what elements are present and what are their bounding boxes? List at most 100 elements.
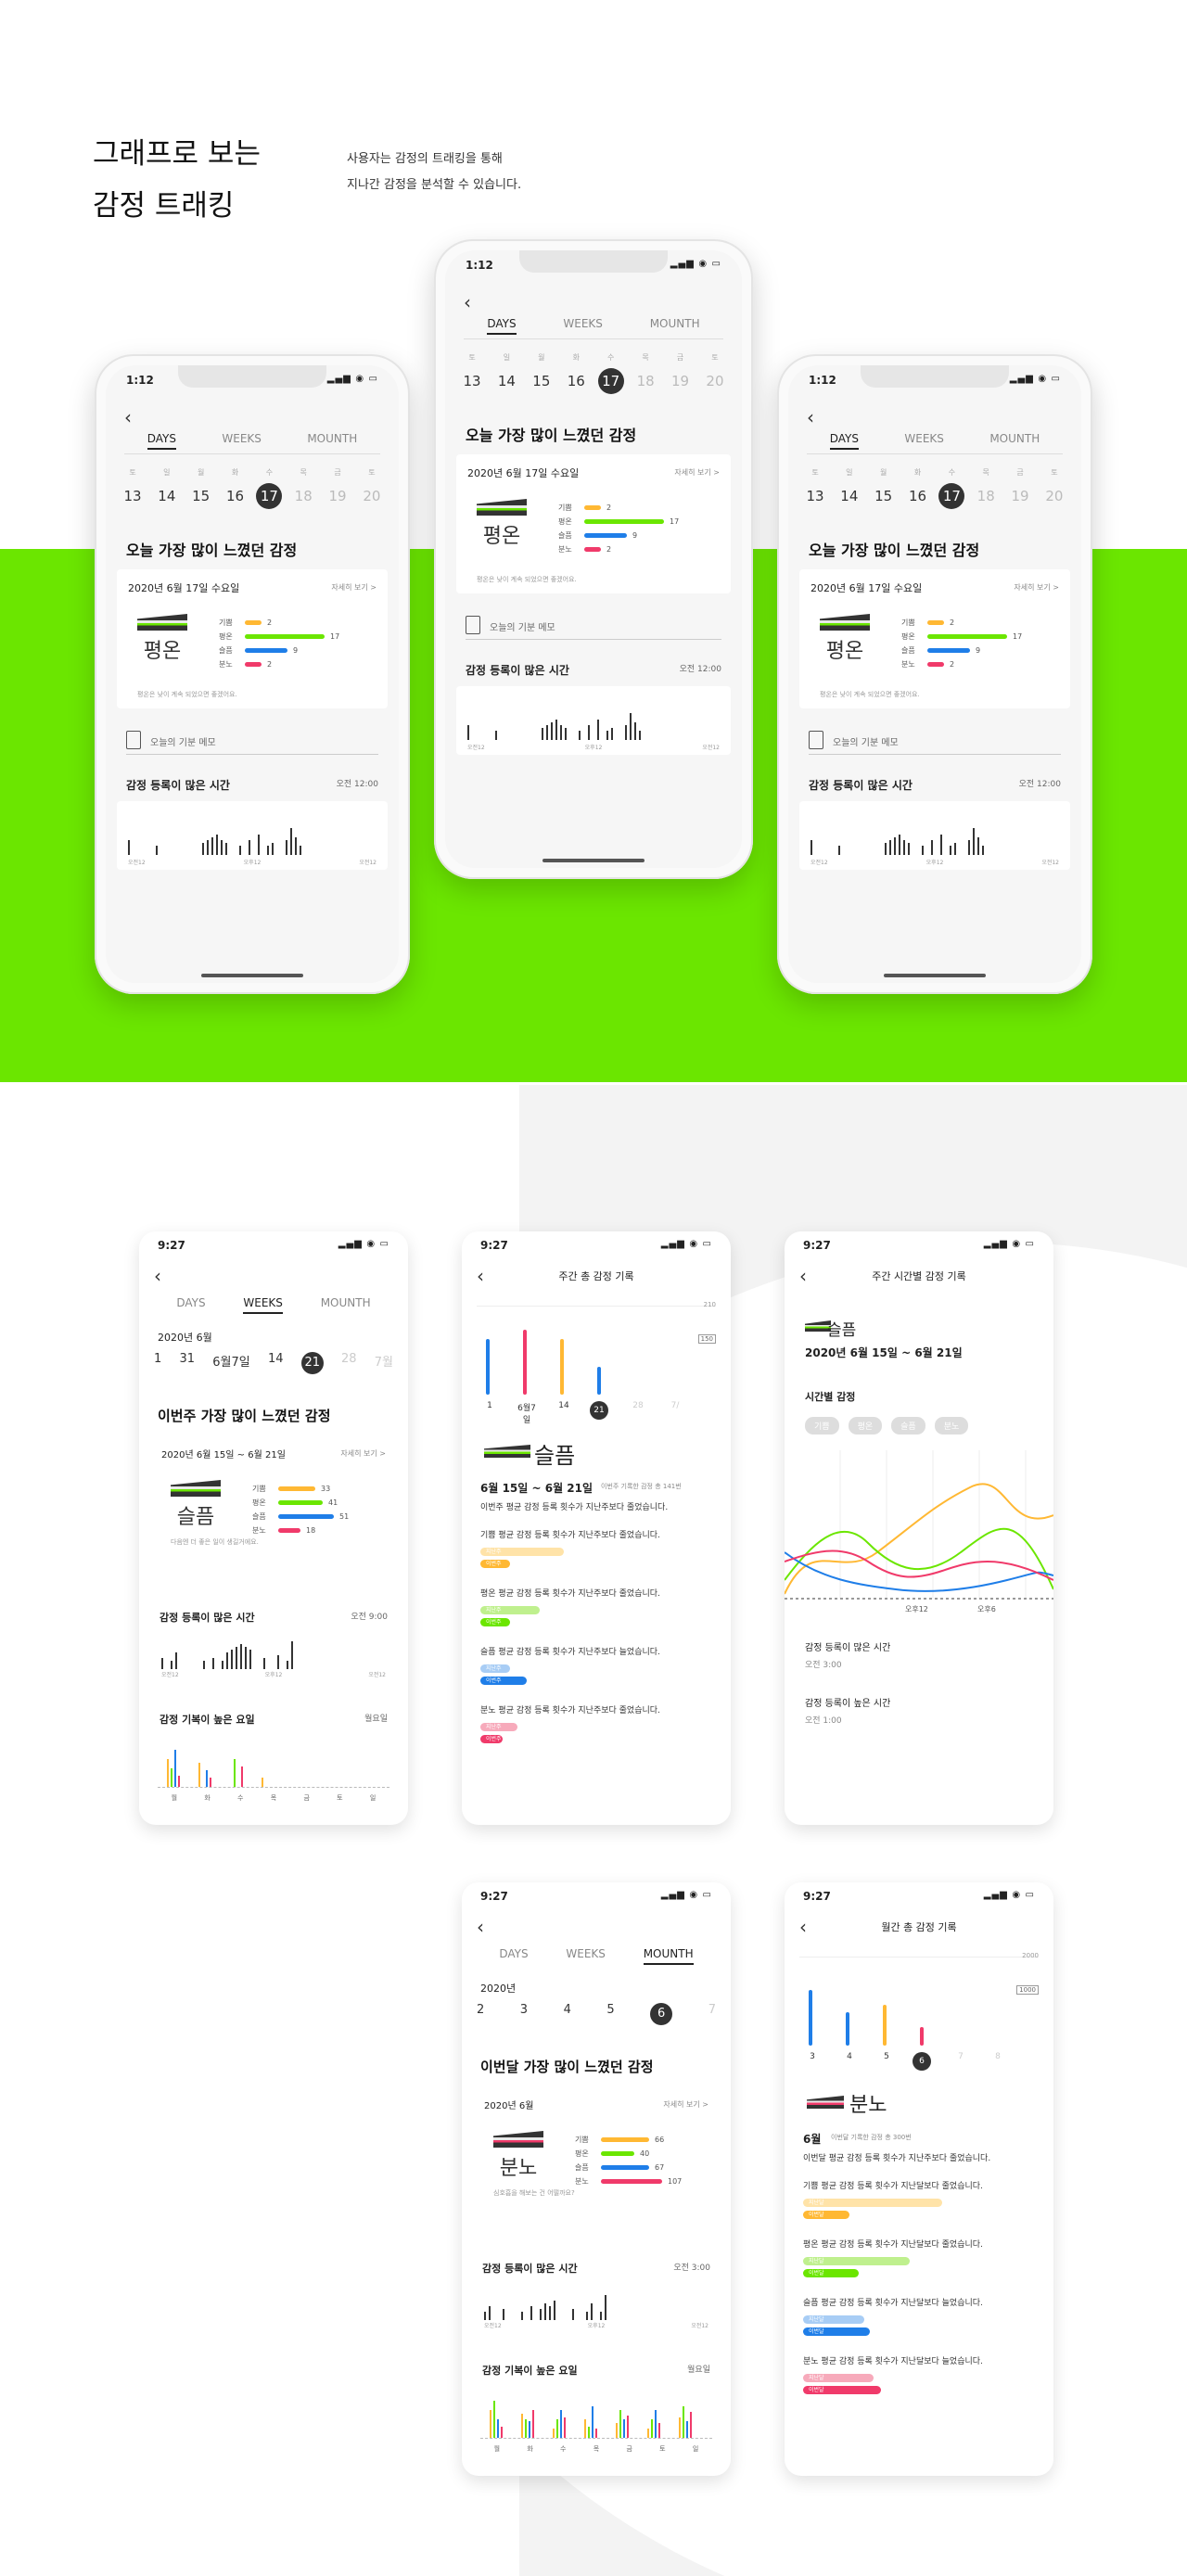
period-number[interactable]: 6: [650, 2003, 673, 2025]
date-cell[interactable]: 토 20: [701, 352, 729, 394]
tab-mounth[interactable]: MOUNTH: [307, 432, 357, 450]
memo-field[interactable]: 오늘의 기분 메모: [466, 614, 721, 640]
emotion-chip[interactable]: 기쁨: [805, 1417, 839, 1435]
tab-days[interactable]: DAYS: [829, 432, 859, 450]
period-number[interactable]: 4: [564, 2003, 571, 2025]
tab-weeks[interactable]: WEEKS: [243, 1296, 283, 1314]
date-cell[interactable]: 목 18: [632, 352, 659, 394]
date-cell[interactable]: 월 15: [528, 352, 555, 394]
date-cell[interactable]: 수 17: [938, 467, 965, 509]
emotion-bar: [601, 2165, 649, 2170]
y-max-label: 210: [703, 1301, 716, 1308]
date-cell[interactable]: 일 14: [153, 467, 181, 509]
date-cell[interactable]: 화 16: [904, 467, 932, 509]
period-number[interactable]: 2: [477, 2003, 484, 2025]
histogram-bar: [940, 834, 942, 855]
emotion-chip[interactable]: 슬픔: [891, 1417, 925, 1435]
day-number: 14: [158, 488, 176, 504]
date-cell[interactable]: 월 15: [870, 467, 898, 509]
tab-weeks[interactable]: WEEKS: [566, 1947, 606, 1965]
axis-label: 오전12: [359, 860, 377, 866]
period-number[interactable]: 7월: [375, 1352, 393, 1374]
tab-mounth[interactable]: MOUNTH: [643, 1947, 694, 1965]
date-cell[interactable]: 일 14: [836, 467, 863, 509]
date-cell[interactable]: 토 13: [458, 352, 486, 394]
tab-days[interactable]: DAYS: [147, 432, 176, 450]
mood-word: 평온: [482, 525, 521, 548]
date-cell[interactable]: 토 20: [1040, 467, 1068, 509]
date-cell[interactable]: 금 19: [667, 352, 695, 394]
date-cell[interactable]: 화 16: [562, 352, 590, 394]
date-cell[interactable]: 수 17: [255, 467, 283, 509]
weekday-label: 화: [572, 353, 580, 362]
period-number[interactable]: 14: [268, 1352, 284, 1374]
emotion-value: 17: [1013, 632, 1023, 641]
memo-field[interactable]: 오늘의 기분 메모: [809, 729, 1061, 755]
emotion-card[interactable]: 2020년 6월 17일 수요일 자세히 보기 > 평온 기쁨 2 평온 17 슬픔 9 분노 2 평…: [456, 454, 731, 593]
date-cell[interactable]: 화 16: [222, 467, 249, 509]
period-number[interactable]: 31: [180, 1352, 196, 1374]
x-label: 14: [558, 1401, 569, 1410]
period-number[interactable]: 1: [154, 1352, 161, 1374]
tab-mounth[interactable]: MOUNTH: [321, 1296, 371, 1314]
date-cell[interactable]: 금 19: [324, 467, 351, 509]
day-number: 18: [976, 488, 995, 504]
emotion-value: 2: [606, 545, 612, 554]
date-cell[interactable]: 목 18: [289, 467, 317, 509]
date-cell[interactable]: 토 13: [119, 467, 147, 509]
weekday-title: 감정 기복이 높은 요일: [160, 1714, 255, 1726]
emotion-label: 슬픔: [901, 646, 915, 655]
date-cell[interactable]: 목 18: [972, 467, 1000, 509]
back-arrow-icon[interactable]: ‹: [477, 1916, 484, 1938]
months-emotion-card[interactable]: 2020년 6월 자세히 보기 > 분노 기쁨 66 평온 40 슬픔 67 분노 107 심…: [473, 2086, 720, 2207]
reg-time-value: 오전 9:00: [351, 1613, 388, 1622]
emotion-chip[interactable]: 평온: [848, 1417, 883, 1435]
period-number[interactable]: 6월7일: [212, 1352, 249, 1374]
more-link[interactable]: 자세히 보기 >: [331, 582, 377, 593]
total-bar: [846, 2012, 849, 2046]
emotion-card[interactable]: 2020년 6월 17일 수요일 자세히 보기 > 평온 기쁨 2 평온 17 슬픔 9 분노 2 평…: [117, 569, 388, 708]
tab-mounth[interactable]: MOUNTH: [989, 432, 1040, 450]
date-cell[interactable]: 토 13: [801, 467, 829, 509]
tab-weeks[interactable]: WEEKS: [563, 317, 603, 335]
tab-mounth[interactable]: MOUNTH: [650, 317, 700, 335]
previous-pill: 지난달: [803, 2199, 942, 2207]
date-cell[interactable]: 일 14: [492, 352, 520, 394]
weekday-label: 월: [171, 1794, 178, 1802]
weekday-label: 목: [982, 468, 989, 477]
weekday-bar: [521, 2414, 523, 2438]
back-arrow-icon[interactable]: ‹: [464, 291, 471, 313]
tab-days[interactable]: DAYS: [176, 1296, 205, 1314]
emotion-card[interactable]: 2020년 6월 17일 수요일 자세히 보기 > 평온 기쁨 2 평온 17 슬픔 9 분노 2 평…: [799, 569, 1070, 708]
more-link[interactable]: 자세히 보기 >: [1014, 582, 1059, 593]
memo-placeholder: 오늘의 기분 메모: [150, 738, 216, 748]
weekday-bar: [525, 2419, 527, 2438]
more-link[interactable]: 자세히 보기 >: [340, 1448, 386, 1459]
tab-days[interactable]: DAYS: [487, 317, 517, 335]
histogram-bar: [903, 840, 905, 855]
tab-weeks[interactable]: WEEKS: [222, 432, 262, 450]
period-number[interactable]: 5: [606, 2003, 614, 2025]
back-arrow-icon[interactable]: ‹: [154, 1265, 161, 1287]
back-arrow-icon[interactable]: ‹: [807, 406, 814, 428]
histogram-bar: [171, 1661, 172, 1669]
period-number[interactable]: 21: [300, 1352, 324, 1374]
weeks-emotion-card[interactable]: 2020년 6월 15일 ~ 6월 21일 자세히 보기 > 슬픔 기쁨 33 평온…: [150, 1435, 397, 1556]
back-arrow-icon[interactable]: ‹: [124, 406, 132, 428]
tab-weeks[interactable]: WEEKS: [904, 432, 944, 450]
period-number[interactable]: 28: [341, 1352, 357, 1374]
emotion-row: 슬픔 67: [575, 2161, 701, 2174]
histogram-bar: [586, 2312, 588, 2320]
date-cell[interactable]: 금 19: [1006, 467, 1034, 509]
date-cell[interactable]: 수 17: [597, 352, 625, 394]
tab-days[interactable]: DAYS: [499, 1947, 528, 1965]
memo-field[interactable]: 오늘의 기분 메모: [126, 729, 378, 755]
more-link[interactable]: 자세히 보기 >: [663, 2099, 708, 2110]
date-cell[interactable]: 토 20: [358, 467, 386, 509]
period-number[interactable]: 7: [708, 2003, 716, 2025]
more-link[interactable]: 자세히 보기 >: [674, 467, 720, 478]
mood-stack-icon: [820, 614, 870, 631]
date-cell[interactable]: 월 15: [187, 467, 215, 509]
period-number[interactable]: 3: [520, 2003, 528, 2025]
emotion-chip[interactable]: 분노: [934, 1417, 969, 1435]
